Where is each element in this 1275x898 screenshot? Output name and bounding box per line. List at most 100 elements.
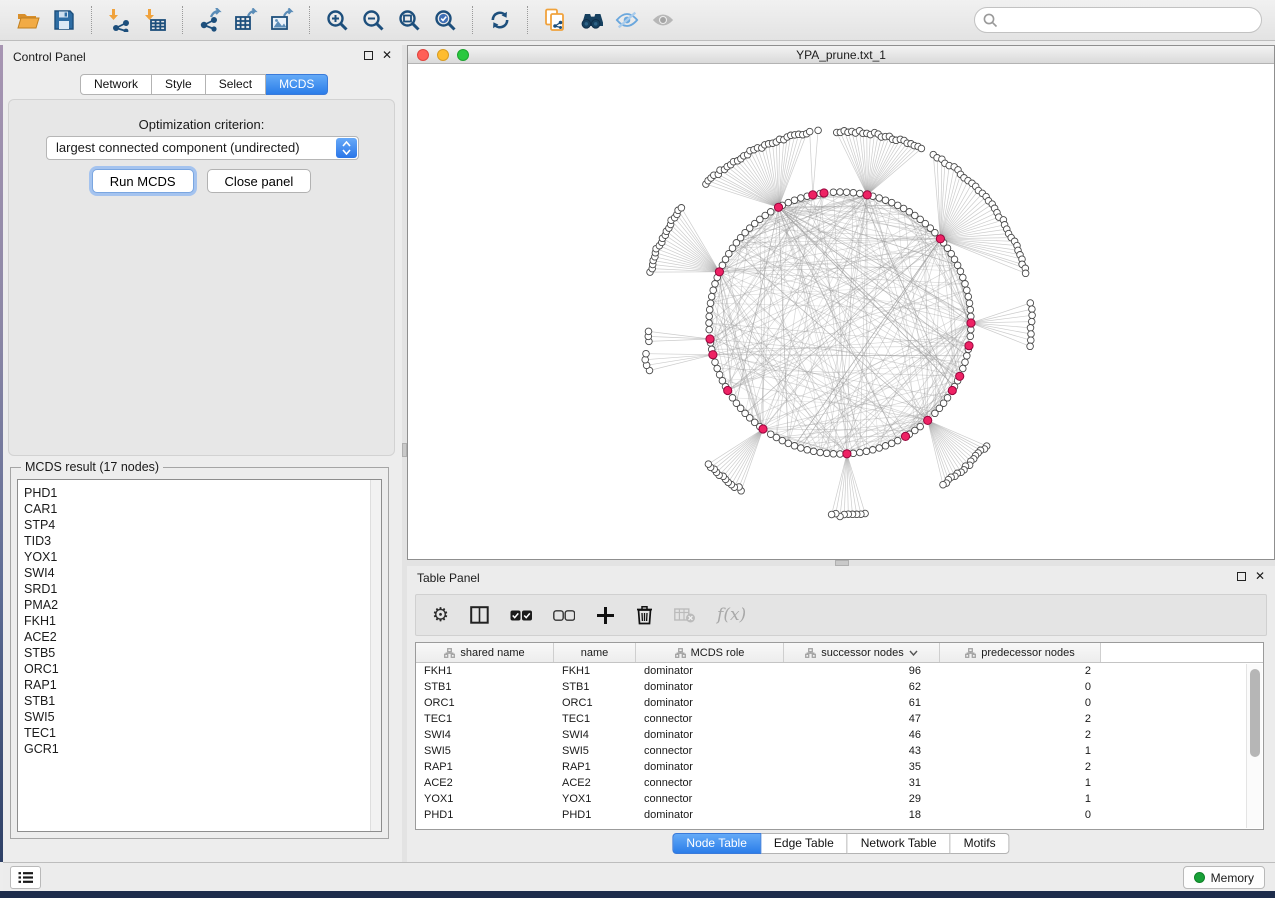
table-cell[interactable]: SWI4 [416, 727, 554, 743]
table-cell[interactable]: 29 [784, 791, 940, 807]
table-cell[interactable]: 47 [784, 711, 940, 727]
result-item[interactable]: PMA2 [24, 597, 381, 613]
table-cell[interactable]: 1 [940, 743, 1101, 759]
table-cell[interactable]: 61 [784, 695, 940, 711]
table-cell[interactable]: connector [636, 743, 784, 759]
column-header-MCDS-role[interactable]: MCDS role [636, 643, 784, 662]
table-cell[interactable]: 2 [940, 663, 1101, 679]
tab-edge-table[interactable]: Edge Table [761, 833, 848, 854]
float-panel-icon[interactable] [364, 51, 373, 60]
column-header-name[interactable]: name [554, 643, 636, 662]
tab-mcds[interactable]: MCDS [266, 74, 328, 95]
export-table-icon[interactable] [231, 5, 261, 35]
result-item[interactable]: STB5 [24, 645, 381, 661]
table-cell[interactable]: STB1 [416, 679, 554, 695]
export-image-icon[interactable] [267, 5, 297, 35]
result-item[interactable]: STP4 [24, 517, 381, 533]
table-cell[interactable]: ORC1 [554, 695, 636, 711]
table-cell[interactable]: STB1 [554, 679, 636, 695]
network-window-titlebar[interactable]: YPA_prune.txt_1 [408, 46, 1274, 64]
table-cell[interactable]: ACE2 [554, 775, 636, 791]
table-cell[interactable]: 96 [784, 663, 940, 679]
result-item[interactable]: TEC1 [24, 725, 381, 741]
open-file-icon[interactable] [13, 5, 43, 35]
table-cell[interactable]: 46 [784, 727, 940, 743]
table-cell[interactable]: 2 [940, 711, 1101, 727]
result-item[interactable]: PHD1 [24, 485, 381, 501]
select-all-icon[interactable] [510, 603, 532, 627]
table-cell[interactable]: TEC1 [554, 711, 636, 727]
table-cell[interactable]: 2 [940, 727, 1101, 743]
deselect-all-icon[interactable] [553, 603, 575, 627]
split-panel-icon[interactable] [470, 603, 489, 627]
table-cell[interactable]: connector [636, 711, 784, 727]
result-list-scrollbar[interactable] [370, 480, 381, 831]
network-canvas[interactable] [408, 64, 1274, 559]
result-item[interactable]: YOX1 [24, 549, 381, 565]
float-panel-icon[interactable] [1237, 572, 1246, 581]
result-item[interactable]: SWI4 [24, 565, 381, 581]
table-cell[interactable]: connector [636, 775, 784, 791]
duplicate-network-icon[interactable] [540, 5, 570, 35]
table-cell[interactable]: 1 [940, 775, 1101, 791]
table-cell[interactable]: dominator [636, 679, 784, 695]
table-cell[interactable]: 0 [940, 807, 1101, 823]
tab-network-table[interactable]: Network Table [848, 833, 951, 854]
table-cell[interactable]: YOX1 [554, 791, 636, 807]
table-cell[interactable]: dominator [636, 695, 784, 711]
table-row[interactable]: PHD1PHD1dominator180 [416, 807, 1263, 823]
column-header-successor-nodes[interactable]: successor nodes [784, 643, 940, 662]
table-row[interactable]: SWI5SWI5connector431 [416, 743, 1263, 759]
network-graph[interactable] [408, 64, 1274, 561]
tab-node-table[interactable]: Node Table [672, 833, 761, 854]
table-cell[interactable]: dominator [636, 727, 784, 743]
table-scrollbar[interactable] [1246, 664, 1262, 828]
table-cell[interactable]: TEC1 [416, 711, 554, 727]
result-item[interactable]: SRD1 [24, 581, 381, 597]
table-cell[interactable]: FKH1 [416, 663, 554, 679]
tab-motifs[interactable]: Motifs [951, 833, 1010, 854]
import-table-icon[interactable] [140, 5, 170, 35]
table-cell[interactable]: 0 [940, 695, 1101, 711]
save-session-icon[interactable] [49, 5, 79, 35]
result-item[interactable]: FKH1 [24, 613, 381, 629]
import-network-icon[interactable] [104, 5, 134, 35]
close-panel-icon[interactable]: ✕ [1255, 571, 1265, 581]
node-table[interactable]: shared namenameMCDS rolesuccessor nodesp… [415, 642, 1264, 830]
table-cell[interactable]: 43 [784, 743, 940, 759]
table-scrollbar-thumb[interactable] [1250, 669, 1260, 757]
zoom-in-icon[interactable] [322, 5, 352, 35]
find-icon[interactable] [576, 5, 606, 35]
settings-icon[interactable]: ⚙ [432, 603, 449, 627]
criterion-dropdown[interactable]: largest connected component (undirected) [46, 136, 359, 160]
table-cell[interactable]: 1 [940, 791, 1101, 807]
table-cell[interactable]: FKH1 [554, 663, 636, 679]
column-header-predecessor-nodes[interactable]: predecessor nodes [940, 643, 1101, 662]
search-input[interactable] [974, 7, 1262, 33]
mcds-result-list[interactable]: PHD1CAR1STP4TID3YOX1SWI4SRD1PMA2FKH1ACE2… [17, 479, 382, 832]
close-panel-icon[interactable]: ✕ [382, 50, 392, 60]
result-item[interactable]: STB1 [24, 693, 381, 709]
table-cell[interactable]: ORC1 [416, 695, 554, 711]
delete-column-icon[interactable] [674, 603, 696, 627]
table-cell[interactable]: dominator [636, 759, 784, 775]
export-network-icon[interactable] [195, 5, 225, 35]
hide-selected-icon[interactable] [612, 5, 642, 35]
table-cell[interactable]: RAP1 [416, 759, 554, 775]
result-item[interactable]: RAP1 [24, 677, 381, 693]
table-cell[interactable]: 31 [784, 775, 940, 791]
add-column-icon[interactable] [596, 603, 615, 627]
table-row[interactable]: SWI4SWI4dominator462 [416, 727, 1263, 743]
tab-select[interactable]: Select [206, 74, 266, 95]
tab-network[interactable]: Network [80, 74, 152, 95]
table-cell[interactable]: PHD1 [416, 807, 554, 823]
table-row[interactable]: RAP1RAP1dominator352 [416, 759, 1263, 775]
table-row[interactable]: STB1STB1dominator620 [416, 679, 1263, 695]
table-row[interactable]: TEC1TEC1connector472 [416, 711, 1263, 727]
zoom-out-icon[interactable] [358, 5, 388, 35]
show-all-icon[interactable] [648, 5, 678, 35]
table-cell[interactable]: PHD1 [554, 807, 636, 823]
table-cell[interactable]: 2 [940, 759, 1101, 775]
dropdown-stepper-icon[interactable] [336, 138, 357, 158]
table-row[interactable]: ORC1ORC1dominator610 [416, 695, 1263, 711]
